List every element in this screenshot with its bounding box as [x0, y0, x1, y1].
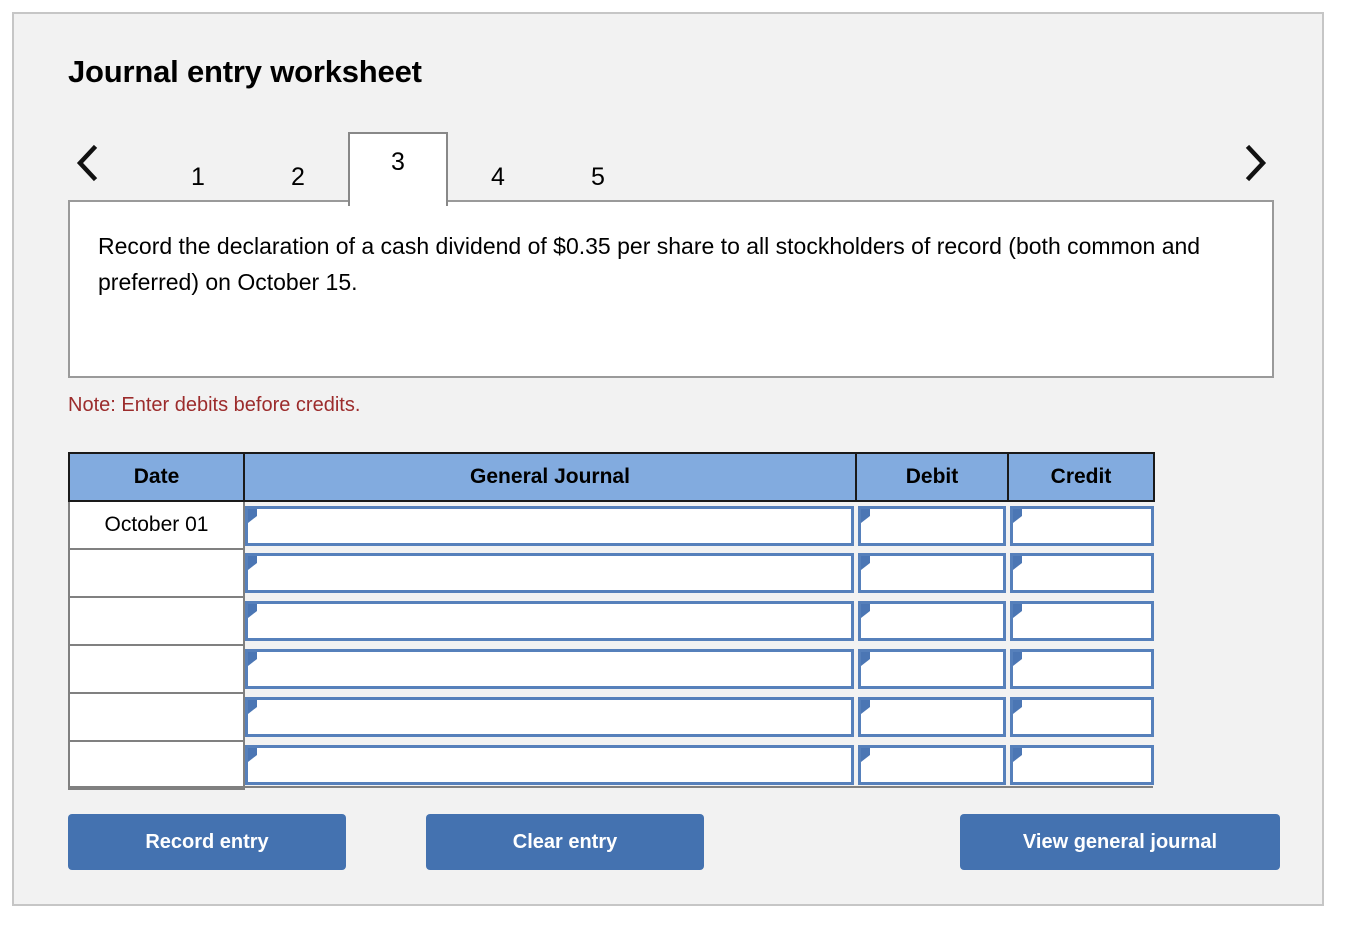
worksheet-tab-3[interactable]: 3 [348, 132, 448, 206]
cell-dropdown-triangle-icon [248, 604, 257, 618]
worksheet-tab-5[interactable]: 5 [548, 146, 648, 206]
journal-debit-input-cell [856, 597, 1008, 645]
worksheet-tab-4[interactable]: 4 [448, 146, 548, 206]
journal-credit-input[interactable] [1010, 505, 1154, 546]
cell-dropdown-triangle-icon [861, 700, 870, 714]
cell-dropdown-triangle-icon [861, 556, 870, 570]
journal-col-header-date: Date [68, 452, 245, 502]
entry-description-text: Record the declaration of a cash dividen… [98, 233, 1201, 295]
cell-dropdown-triangle-icon [1013, 748, 1022, 762]
record-entry-button[interactable]: Record entry [68, 814, 346, 870]
clear-entry-button[interactable]: Clear entry [426, 814, 704, 870]
cell-dropdown-triangle-icon [1013, 508, 1022, 523]
cell-dropdown-triangle-icon [1013, 700, 1022, 714]
view-general-journal-button[interactable]: View general journal [960, 814, 1280, 870]
journal-account-input[interactable] [245, 553, 854, 593]
cell-dropdown-triangle-icon [248, 652, 257, 666]
journal-date-cell[interactable] [68, 597, 245, 646]
journal-account-input[interactable] [245, 601, 854, 641]
journal-credit-input[interactable] [1010, 649, 1154, 689]
journal-credit-input-cell [1008, 645, 1154, 693]
journal-debit-input[interactable] [858, 697, 1006, 737]
journal-debit-input[interactable] [858, 505, 1006, 546]
journal-account-input-cell [244, 741, 856, 789]
journal-credit-input[interactable] [1010, 697, 1154, 737]
worksheet-tab-1[interactable]: 1 [148, 146, 248, 206]
journal-debit-input-cell [856, 693, 1008, 741]
journal-credit-input[interactable] [1010, 601, 1154, 641]
cell-dropdown-triangle-icon [861, 604, 870, 618]
journal-table-row [68, 741, 1154, 790]
journal-table-row [68, 693, 1154, 742]
journal-date-cell[interactable]: October 01 [68, 501, 245, 550]
journal-credit-input-cell [1008, 501, 1154, 549]
cell-dropdown-triangle-icon [1013, 652, 1022, 666]
cell-dropdown-triangle-icon [1013, 604, 1022, 618]
journal-credit-input[interactable] [1010, 745, 1154, 785]
journal-account-input-cell [244, 645, 856, 693]
journal-table-body: October 01 [68, 501, 1154, 790]
tabstrip: 12345 [68, 126, 1274, 206]
journal-date-cell[interactable] [68, 645, 245, 694]
journal-date-cell[interactable] [68, 741, 245, 790]
journal-credit-input-cell [1008, 741, 1154, 789]
journal-debit-input-cell [856, 549, 1008, 597]
journal-debit-input-cell [856, 645, 1008, 693]
journal-credit-input-cell [1008, 597, 1154, 645]
worksheet-tab-2[interactable]: 2 [248, 146, 348, 206]
journal-debit-input[interactable] [858, 745, 1006, 785]
journal-date-cell[interactable] [68, 549, 245, 598]
worksheet-tab-list: 12345 [148, 126, 648, 206]
journal-table-head: Date General Journal Debit Credit [68, 452, 1155, 502]
journal-debit-input[interactable] [858, 649, 1006, 689]
journal-col-header-debit: Debit [855, 452, 1009, 502]
debits-before-credits-note: Note: Enter debits before credits. [68, 394, 361, 416]
journal-col-header-credit: Credit [1007, 452, 1155, 502]
journal-entry-table: Date General Journal Debit Credit October 0… [68, 452, 1155, 790]
previous-entry-button[interactable] [68, 138, 106, 188]
journal-table-row [68, 597, 1154, 646]
journal-account-input[interactable] [245, 745, 854, 785]
cell-dropdown-triangle-icon [248, 700, 257, 714]
journal-account-input[interactable] [245, 697, 854, 737]
journal-header-row: Date General Journal Debit Credit [68, 452, 1155, 502]
journal-date-cell[interactable] [68, 693, 245, 742]
cell-dropdown-triangle-icon [861, 748, 870, 762]
journal-debit-input[interactable] [858, 553, 1006, 593]
journal-col-header-gj: General Journal [243, 452, 857, 502]
journal-debit-input-cell [856, 501, 1008, 549]
journal-debit-input[interactable] [858, 601, 1006, 641]
chevron-right-icon [1242, 144, 1268, 182]
journal-credit-input[interactable] [1010, 553, 1154, 593]
journal-account-input[interactable] [245, 649, 854, 689]
cell-dropdown-triangle-icon [248, 508, 257, 523]
next-entry-button[interactable] [1236, 138, 1274, 188]
chevron-left-icon [74, 144, 100, 182]
journal-table-row: October 01 [68, 501, 1154, 550]
journal-account-input-cell [244, 597, 856, 645]
cell-dropdown-triangle-icon [1013, 556, 1022, 570]
journal-account-input[interactable] [245, 505, 854, 546]
journal-account-input-cell [244, 501, 856, 549]
journal-account-input-cell [244, 549, 856, 597]
cell-dropdown-triangle-icon [861, 508, 870, 523]
cell-dropdown-triangle-icon [248, 556, 257, 570]
journal-credit-input-cell [1008, 693, 1154, 741]
journal-credit-input-cell [1008, 549, 1154, 597]
journal-table-row [68, 645, 1154, 694]
page-title: Journal entry worksheet [68, 54, 422, 89]
journal-table-row [68, 549, 1154, 598]
entry-description-panel: Record the declaration of a cash dividen… [68, 200, 1274, 378]
journal-debit-input-cell [856, 741, 1008, 789]
journal-entry-worksheet-card: Journal entry worksheet 12345 Record the… [12, 12, 1324, 906]
cell-dropdown-triangle-icon [248, 748, 257, 762]
journal-account-input-cell [244, 693, 856, 741]
journal-table-bottom-rule [68, 786, 1153, 788]
cell-dropdown-triangle-icon [861, 652, 870, 666]
